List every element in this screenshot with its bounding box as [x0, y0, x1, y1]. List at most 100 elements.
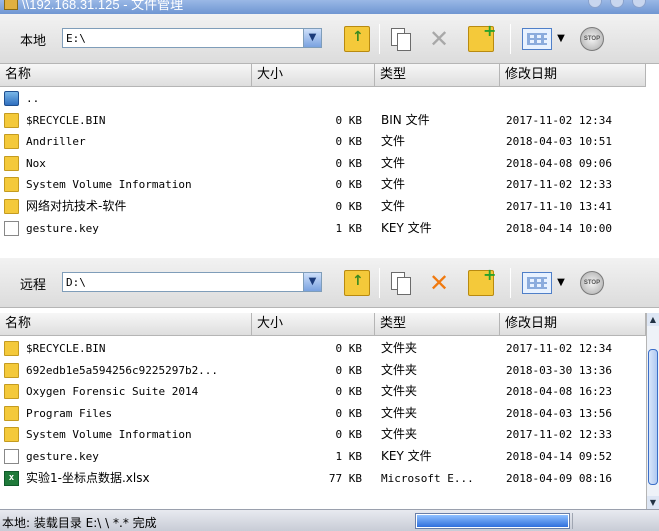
- delete-icon[interactable]: ✕: [426, 270, 452, 296]
- file-size: 1 KB: [335, 221, 363, 235]
- copy-icon[interactable]: [388, 270, 414, 296]
- table-row[interactable]: 692edb1e5a594256c9225297b2... 0 KB 文件夹 2018…: [0, 360, 646, 381]
- file-date: 2017-11-02 12:33: [506, 178, 612, 192]
- table-row[interactable]: x 实验1-坐标点数据.xlsx 77 KB Microsoft E... 2018-0…: [0, 468, 646, 489]
- table-row[interactable]: $RECYCLE.BIN 0 KB BIN 文件 2017-11-02 12:34: [0, 110, 646, 131]
- stop-icon[interactable]: STOP: [580, 27, 604, 51]
- file-size: 1 KB: [335, 450, 363, 463]
- scroll-up-icon[interactable]: ▲: [647, 313, 659, 326]
- new-folder-icon[interactable]: [468, 21, 496, 52]
- progress-fill: [417, 515, 568, 527]
- col-date[interactable]: 修改日期: [500, 313, 646, 335]
- stop-icon[interactable]: STOP: [580, 271, 604, 295]
- copy-icon[interactable]: [388, 26, 414, 52]
- file-name: Andriller: [26, 135, 86, 149]
- status-panel: [572, 513, 657, 529]
- file-size: 0 KB: [335, 178, 363, 192]
- view-dropdown-icon[interactable]: ▼: [556, 272, 566, 294]
- remote-column-header: 名称 大小 类型 修改日期: [0, 313, 646, 336]
- file-type: 文件夹: [381, 405, 418, 420]
- view-mode-icon[interactable]: [522, 28, 552, 50]
- table-row[interactable]: ..: [0, 88, 646, 109]
- chevron-down-icon[interactable]: ▼: [303, 29, 321, 47]
- file-date: 2017-11-02 12:34: [506, 342, 612, 355]
- file-type: 文件: [381, 199, 406, 213]
- file-name: $RECYCLE.BIN: [26, 342, 106, 355]
- file-name: Program Files: [26, 406, 113, 420]
- file-name: $RECYCLE.BIN: [26, 113, 106, 127]
- local-file-list[interactable]: .. $RECYCLE.BIN 0 KB BIN 文件 2017-11-02 12:34…: [0, 88, 646, 250]
- local-path-select[interactable]: E:\ ▼: [62, 28, 322, 48]
- table-row[interactable]: System Volume Information 0 KB 文件 2017-11-0…: [0, 174, 646, 195]
- remote-toolbar: 远程 D:\ ▼ ✕ ▼ STOP: [0, 258, 659, 308]
- close-button[interactable]: [632, 0, 646, 8]
- col-name[interactable]: 名称: [0, 313, 252, 335]
- col-size[interactable]: 大小: [252, 64, 375, 86]
- folder-icon: [4, 177, 19, 193]
- folder-icon: [4, 199, 19, 214]
- parent-directory-icon: [4, 91, 19, 106]
- remote-path-value: D:\: [66, 276, 86, 289]
- local-label: 本地: [20, 34, 47, 49]
- file-name: gesture.key: [26, 221, 99, 235]
- file-size: 77 KB: [328, 471, 362, 485]
- file-size: 0 KB: [335, 428, 363, 442]
- table-row[interactable]: Program Files 0 KB 文件夹 2018-04-03 13:56: [0, 403, 646, 424]
- file-type: 文件: [381, 155, 406, 170]
- toolbar-separator: [510, 268, 511, 298]
- file-name: 网络对抗技术-软件: [26, 199, 127, 213]
- col-size[interactable]: 大小: [252, 313, 375, 335]
- view-mode-icon[interactable]: [522, 272, 552, 294]
- file-name: Oxygen Forensic Suite 2014: [26, 385, 199, 399]
- remote-file-list[interactable]: $RECYCLE.BIN 0 KB 文件夹 2017-11-02 12:34 692ed…: [0, 338, 646, 508]
- table-row[interactable]: Oxygen Forensic Suite 2014 0 KB 文件夹 2018-04…: [0, 381, 646, 402]
- file-type: 文件夹: [381, 362, 418, 377]
- folder-icon: [4, 155, 19, 171]
- folder-icon: [4, 112, 19, 128]
- remote-label: 远程: [20, 278, 47, 293]
- col-type[interactable]: 类型: [375, 64, 500, 86]
- local-column-header: 名称 大小 类型 修改日期: [0, 64, 646, 87]
- view-dropdown-icon[interactable]: ▼: [556, 28, 566, 50]
- excel-file-icon: x: [4, 470, 19, 486]
- file-size: 0 KB: [335, 156, 363, 170]
- toolbar-separator: [510, 24, 511, 54]
- table-row[interactable]: 网络对抗技术-软件 0 KB 文件 2017-11-10 13:41: [0, 196, 646, 217]
- scrollbar-thumb[interactable]: [648, 349, 658, 485]
- file-type: 文件夹: [381, 341, 418, 355]
- col-date[interactable]: 修改日期: [500, 64, 646, 86]
- col-type[interactable]: 类型: [375, 313, 500, 335]
- file-name: 692edb1e5a594256c9225297b2...: [26, 363, 219, 377]
- scroll-down-icon[interactable]: ▼: [647, 496, 659, 509]
- remote-scrollbar[interactable]: ▲ ▼: [646, 313, 659, 509]
- file-type: KEY 文件: [381, 220, 432, 235]
- new-folder-icon[interactable]: [468, 265, 496, 296]
- delete-icon[interactable]: ✕: [426, 26, 452, 52]
- table-row[interactable]: gesture.key 1 KB KEY 文件 2018-04-14 09:52: [0, 446, 646, 467]
- file-icon: [4, 220, 19, 236]
- col-name[interactable]: 名称: [0, 64, 252, 86]
- file-date: 2017-11-02 12:33: [506, 428, 612, 442]
- chevron-down-icon[interactable]: ▼: [303, 273, 321, 291]
- folder-icon: [4, 341, 19, 356]
- file-date: 2017-11-10 13:41: [506, 200, 612, 213]
- table-row[interactable]: $RECYCLE.BIN 0 KB 文件夹 2017-11-02 12:34: [0, 338, 646, 359]
- table-row[interactable]: Andriller 0 KB 文件 2018-04-03 10:51: [0, 131, 646, 152]
- folder-up-icon[interactable]: [344, 270, 370, 296]
- window-title: \\192.168.31.125 - 文件管理: [22, 0, 184, 12]
- file-size: 0 KB: [335, 200, 363, 213]
- folder-up-icon[interactable]: [344, 26, 370, 52]
- file-size: 0 KB: [335, 135, 363, 149]
- table-row[interactable]: gesture.key 1 KB KEY 文件 2018-04-14 10:00: [0, 218, 646, 239]
- folder-icon: [4, 405, 19, 421]
- help-icon[interactable]: [588, 0, 602, 8]
- remote-path-select[interactable]: D:\ ▼: [62, 272, 322, 292]
- table-row[interactable]: System Volume Information 0 KB 文件夹 2017-11-…: [0, 424, 646, 445]
- folder-icon: [4, 134, 19, 150]
- minimize-button[interactable]: [610, 0, 624, 8]
- file-date: 2017-11-02 12:34: [506, 113, 612, 127]
- file-type: Microsoft E...: [381, 471, 474, 485]
- status-text: 本地: 装载目录 E:\ \ *.* 完成: [2, 516, 157, 530]
- table-row[interactable]: Nox 0 KB 文件 2018-04-08 09:06: [0, 153, 646, 174]
- file-date: 2018-03-30 13:36: [506, 363, 612, 377]
